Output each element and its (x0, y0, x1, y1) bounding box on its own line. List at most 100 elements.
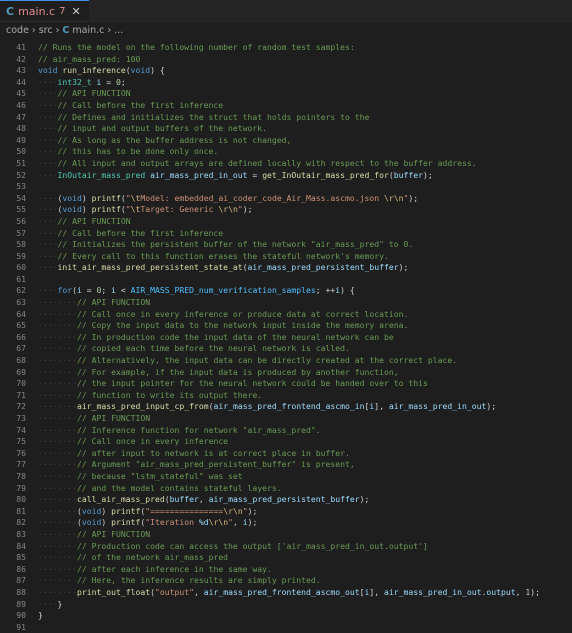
code-line[interactable]: 41 // Runs the model on the following num… (0, 42, 572, 54)
line-number: 88 (16, 586, 26, 597)
code-line[interactable]: 66 ········// In production code the inpu… (0, 332, 572, 344)
code-line[interactable]: 80 ········call_air_mass_pred(buffer, air… (0, 494, 572, 506)
code-token: \r\n (208, 517, 229, 528)
code-line[interactable]: 60 ····init_air_mass_pred_persistent_stat… (0, 262, 572, 274)
code-line[interactable]: 43 void run_inference(void) { (0, 65, 572, 77)
code-line[interactable]: 68 ········// Alternatively, the input da… (0, 355, 572, 367)
code-line[interactable]: 47 ····// Defines and initializes the str… (0, 112, 572, 124)
code-line[interactable]: 56 ····// API FUNCTION (0, 216, 572, 228)
code-line[interactable]: 48 ····// input and output buffers of the… (0, 123, 572, 135)
line-number: 74 (16, 424, 26, 435)
code-token: buffer (393, 169, 424, 180)
code-token: // API FUNCTION (57, 88, 131, 99)
code-token: // API FUNCTION (77, 528, 151, 539)
indent-guide: ···· (57, 308, 78, 319)
code-token: // air_mass_pred: 100 (38, 53, 141, 64)
code-line[interactable]: 54 ····(void) printf("\tModel: embedded_a… (0, 193, 572, 205)
indent-guide: ···· (57, 482, 78, 493)
breadcrumb-item-src[interactable]: src (39, 25, 53, 36)
code-line[interactable]: 69 ········// For example, if the input d… (0, 367, 572, 379)
code-token: ); (242, 204, 253, 215)
code-line[interactable]: 59 ····// Every call to this function era… (0, 251, 572, 263)
code-text: ····(void) printf("\tModel: embedded_ai_… (38, 193, 418, 205)
code-line[interactable]: 46 ····// Call before the first inference (0, 100, 572, 112)
code-line[interactable]: 45 ····// API FUNCTION (0, 88, 572, 100)
code-line[interactable]: 57 ····// Call before the first inference (0, 228, 572, 240)
code-line[interactable]: 72 ········air_mass_pred_input_cp_from(ai… (0, 401, 572, 413)
code-line[interactable]: 87 ········// Here, the inference results… (0, 575, 572, 587)
close-icon[interactable]: ✕ (71, 5, 80, 18)
code-editor[interactable]: 41 // Runs the model on the following num… (0, 38, 572, 633)
breadcrumb-item-code[interactable]: code (6, 25, 29, 36)
code-token: = (101, 76, 116, 87)
code-line[interactable]: 61 (0, 274, 572, 286)
code-line[interactable]: 70 ········// the input pointer for the n… (0, 378, 572, 390)
code-line[interactable]: 63 ········// API FUNCTION (0, 297, 572, 309)
code-line[interactable]: 55 ····(void) printf("\tTarget: Generic \… (0, 204, 572, 216)
code-line[interactable]: 91 (0, 622, 572, 633)
code-token: ) (101, 517, 112, 528)
breadcrumb-item-file[interactable]: main.c (72, 25, 104, 36)
code-line[interactable]: 73 ········// API FUNCTION (0, 413, 572, 425)
code-line[interactable]: 65 ········// Copy the input data to the … (0, 320, 572, 332)
code-text: // air_mass_pred: 100 (38, 54, 140, 66)
code-text: void run_inference(void) { (38, 65, 165, 77)
code-line[interactable]: 90} (0, 610, 572, 622)
code-token: air_mass_pred_in_out (150, 169, 248, 180)
code-line[interactable]: 42 // air_mass_pred: 100 (0, 54, 572, 66)
code-line[interactable]: 84 ········// Production code can access … (0, 541, 572, 553)
breadcrumb-item-symbol[interactable]: ... (114, 25, 123, 36)
code-line[interactable]: 86 ········// after each inference in the… (0, 564, 572, 576)
code-token: // Runs the model on the following numbe… (38, 42, 355, 52)
code-text: ····int32_t i = 0; (38, 77, 126, 89)
code-line[interactable]: 49 ····// As long as the buffer address i… (0, 135, 572, 147)
indent-guide: ···· (38, 76, 58, 87)
code-text: } (38, 610, 43, 622)
code-line[interactable]: 75 ········// Call once in every inferenc… (0, 436, 572, 448)
code-line[interactable]: 53 (0, 181, 572, 193)
indent-guide: ···· (38, 331, 58, 342)
code-line[interactable]: 44 ····int32_t i = 0; (0, 77, 572, 89)
line-number: 78 (16, 470, 26, 481)
line-number: 46 (16, 99, 26, 110)
indent-guide: ···· (57, 586, 78, 597)
indent-guide: ···· (38, 459, 58, 470)
code-text: ········// API FUNCTION (38, 297, 150, 309)
code-text: ········air_mass_pred_input_cp_from(air_… (38, 401, 496, 413)
code-line[interactable]: 74 ········// Inference function for netw… (0, 425, 572, 437)
indent-guide: ···· (57, 470, 78, 481)
code-line[interactable]: 62 ····for(i = 0; i < AIR_MASS_PRED_num_v… (0, 285, 572, 297)
code-line[interactable]: 71 ········// function to write its outpu… (0, 390, 572, 402)
code-line[interactable]: 50 ····// this has to be done only once. (0, 146, 572, 158)
code-line[interactable]: 77 ········// Argument "air_mass_pred_per… (0, 459, 572, 471)
code-line[interactable]: 78 ········// because "lstm_stateful" was… (0, 471, 572, 483)
code-token: } (57, 598, 63, 609)
indent-guide: ···· (38, 250, 58, 261)
code-text: ····// this has to be done only once. (38, 146, 218, 158)
code-line[interactable]: 83 ········// API FUNCTION (0, 529, 572, 541)
code-text: ········(void) printf("Iteration %d\r\n"… (38, 517, 257, 529)
line-number: 67 (16, 343, 26, 354)
code-line[interactable]: 67 ········// copied each time before the… (0, 343, 572, 355)
indent-guide: ···· (38, 378, 58, 389)
code-text: ····// As long as the buffer address is … (38, 135, 291, 147)
code-line[interactable]: 58 ····// Initializes the persistent buff… (0, 239, 572, 251)
code-line[interactable]: 79 ········// and the model contains stat… (0, 483, 572, 495)
tab-main-c[interactable]: C main.c 7 ✕ (0, 0, 89, 21)
code-line[interactable]: 82 ········(void) printf("Iteration %d\r\… (0, 517, 572, 529)
code-line[interactable]: 76 ········// after input to network is a… (0, 448, 572, 460)
code-line[interactable]: 81 ········(void) printf("===============… (0, 506, 572, 518)
code-line[interactable]: 64 ········// Call once in every inferenc… (0, 309, 572, 321)
code-line[interactable]: 89 ····} (0, 599, 572, 611)
line-number: 60 (16, 262, 26, 273)
indent-guide: ···· (38, 494, 58, 505)
indent-guide: ···· (57, 413, 78, 423)
code-token: output (486, 586, 516, 597)
code-line[interactable]: 88 ········print_out_float("output", air_… (0, 587, 572, 599)
code-line[interactable]: 51 ····// All input and output arrays are… (0, 158, 572, 170)
indent-guide: ···· (38, 239, 58, 250)
indent-guide: ···· (38, 343, 58, 354)
code-line[interactable]: 85 ········// of the network air_mass_pre… (0, 552, 572, 564)
code-line[interactable]: 52 ····InOutair_mass_pred air_mass_pred_i… (0, 170, 572, 182)
line-number: 87 (16, 575, 26, 586)
